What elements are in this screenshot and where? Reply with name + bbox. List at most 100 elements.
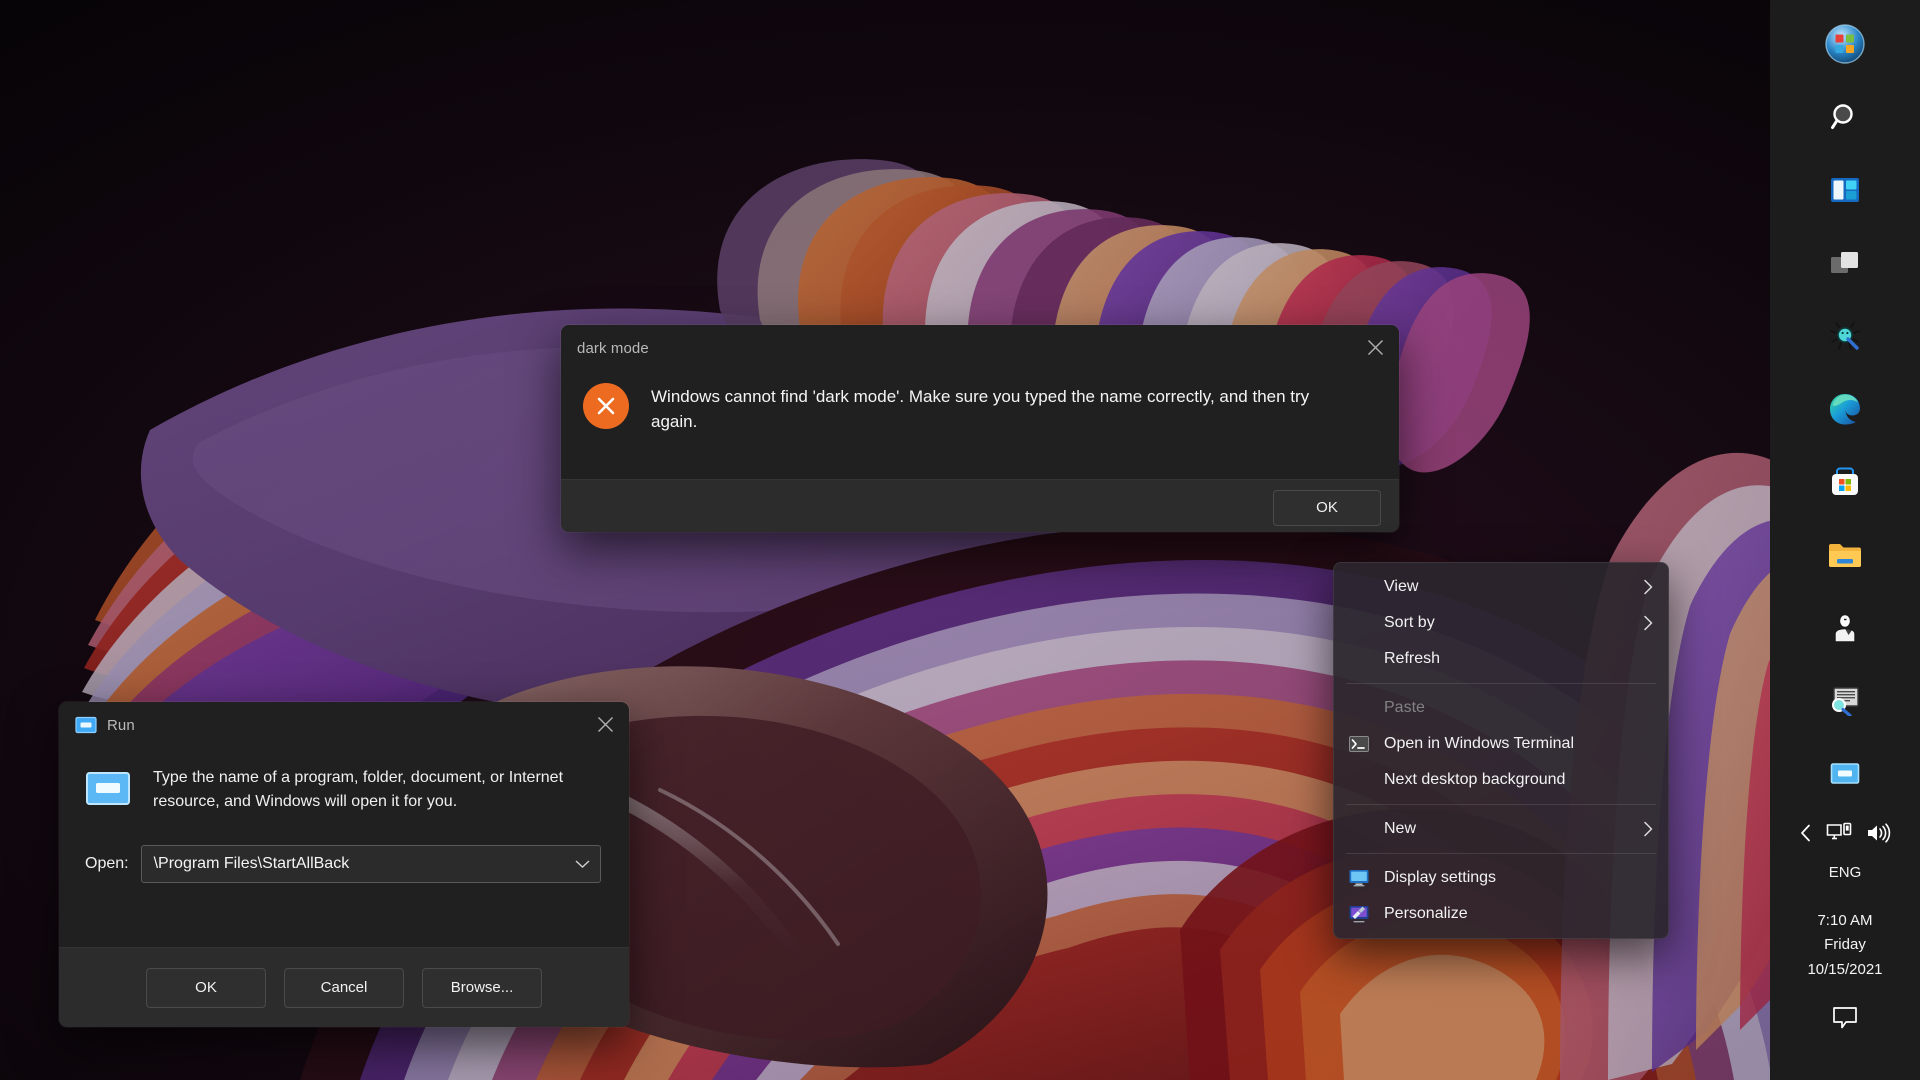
error-ok-button[interactable]: OK — [1273, 490, 1381, 526]
run-large-glyph — [86, 772, 130, 805]
monitor-search-icon — [1832, 687, 1859, 716]
network-glyph — [1826, 822, 1852, 840]
context-menu-item-label: Display settings — [1384, 869, 1497, 886]
edge-icon — [1830, 394, 1860, 425]
open-label: Open: — [85, 854, 129, 872]
run-ok-button[interactable]: OK — [146, 967, 266, 1008]
file-explorer[interactable] — [1815, 525, 1875, 585]
chevron-down-glyph — [575, 860, 590, 868]
run-dialog[interactable]: Run Type the name of a program, folder, … — [59, 702, 629, 1027]
taskbar-icon-list — [1770, 0, 1920, 817]
context-menu-separator — [1346, 804, 1656, 805]
error-message: Windows cannot find 'dark mode'. Make su… — [651, 387, 1310, 431]
context-menu-item-refresh[interactable]: Refresh — [1334, 641, 1668, 677]
spider-app[interactable] — [1815, 306, 1875, 366]
close-icon[interactable] — [1351, 325, 1399, 369]
error-dialog[interactable]: dark mode Windows cannot find 'dark mode… — [561, 325, 1399, 532]
run-browse-button[interactable]: Browse... — [422, 967, 542, 1008]
clock-day: Friday — [1824, 936, 1866, 954]
desktop-context-menu[interactable]: View Sort by Refresh Paste Open in Windows T… — [1333, 562, 1669, 939]
close-glyph — [1367, 339, 1383, 355]
chevron-right-icon — [1643, 615, 1654, 631]
clock-time: 7:10 AM — [1817, 912, 1873, 929]
display-icon — [1348, 869, 1370, 887]
run-cancel-button[interactable]: Cancel — [284, 967, 404, 1008]
start-button[interactable] — [1815, 14, 1875, 74]
search-button[interactable] — [1815, 87, 1875, 147]
edge-browser[interactable] — [1815, 379, 1875, 439]
chevron-right-glyph — [1644, 615, 1653, 631]
error-x-glyph — [597, 397, 615, 415]
chevron-right-icon — [1643, 579, 1654, 595]
context-menu-item-label: Paste — [1384, 699, 1425, 716]
context-menu-item-new[interactable]: New — [1334, 811, 1668, 847]
context-menu-item-open-in-windows-terminal[interactable]: Open in Windows Terminal — [1334, 726, 1668, 762]
terminal-glyph — [1349, 736, 1369, 752]
clock-date: 10/15/2021 — [1807, 960, 1883, 978]
widgets-button[interactable] — [1815, 160, 1875, 220]
context-menu-item-label: New — [1384, 820, 1417, 837]
microsoft-store[interactable] — [1815, 452, 1875, 512]
error-x-icon — [583, 383, 629, 429]
run-app-glyph — [75, 716, 97, 734]
task-view-button[interactable] — [1815, 233, 1875, 293]
language-indicator[interactable]: ENG — [1829, 864, 1862, 881]
context-menu-item-sort-by[interactable]: Sort by — [1334, 605, 1668, 641]
error-dialog-footer: OK — [561, 479, 1399, 532]
person-icon — [1834, 613, 1856, 643]
run-large-icon — [85, 770, 131, 813]
widgets-icon — [1831, 178, 1859, 202]
clock-widget[interactable]: 7:10 AM Friday 10/15/2021 — [1807, 909, 1882, 982]
error-dialog-titlebar[interactable]: dark mode — [561, 325, 1399, 371]
system-tray[interactable]: ENG 7:10 AM Friday 10/15/2021 — [1770, 808, 1920, 1080]
context-menu-separator — [1346, 853, 1656, 854]
run-open-combobox[interactable]: \Program Files\StartAllBack — [140, 844, 601, 883]
run-dialog-titlebar[interactable]: Run — [59, 702, 629, 748]
context-menu-item-label: Sort by — [1384, 614, 1435, 631]
user-app[interactable] — [1815, 598, 1875, 658]
error-dialog-title: dark mode — [577, 339, 649, 357]
context-menu-item-view[interactable]: View — [1334, 569, 1668, 605]
run-app-icon — [1830, 763, 1860, 784]
run-open-input[interactable]: \Program Files\StartAllBack — [154, 855, 575, 873]
run-dialog-title: Run — [107, 716, 135, 734]
terminal-icon — [1348, 736, 1370, 752]
personalize-icon — [1348, 905, 1370, 923]
context-menu-item-label: Next desktop background — [1384, 771, 1566, 788]
chevron-left-icon[interactable] — [1799, 824, 1812, 842]
personalize-glyph — [1349, 906, 1369, 923]
close-icon[interactable] — [581, 702, 629, 746]
volume-glyph — [1868, 823, 1891, 843]
run-app-icon — [75, 716, 97, 734]
run-taskbar-item[interactable] — [1815, 744, 1875, 804]
chevron-down-icon[interactable] — [575, 859, 590, 869]
context-menu-item-label: Personalize — [1384, 905, 1468, 922]
windows-orb-icon — [1825, 24, 1865, 64]
context-menu-item-label: Open in Windows Terminal — [1384, 735, 1575, 752]
legacy-search-app[interactable] — [1815, 671, 1875, 731]
chevron-left-glyph — [1801, 824, 1810, 842]
context-menu-item-label: Refresh — [1384, 650, 1441, 667]
chevron-right-icon — [1643, 821, 1654, 837]
context-menu-item-display-settings[interactable]: Display settings — [1334, 860, 1668, 896]
tray-icon-row — [1799, 822, 1891, 844]
context-menu-item-paste: Paste — [1334, 690, 1668, 726]
context-menu-item-next-desktop-background[interactable]: Next desktop background — [1334, 762, 1668, 798]
run-dialog-footer: OK Cancel Browse... — [59, 947, 629, 1027]
context-menu-item-personalize[interactable]: Personalize — [1334, 896, 1668, 932]
network-icon[interactable] — [1826, 822, 1852, 844]
chat-glyph — [1833, 1007, 1857, 1029]
run-dialog-body: Type the name of a program, folder, docu… — [59, 748, 629, 883]
spider-icon — [1830, 322, 1860, 350]
context-menu-separator — [1346, 683, 1656, 684]
chevron-right-glyph — [1644, 821, 1653, 837]
folder-icon — [1829, 544, 1861, 567]
task-view-icon — [1831, 252, 1858, 273]
search-icon — [1831, 104, 1853, 129]
context-menu-item-label: View — [1384, 578, 1419, 595]
display-glyph — [1349, 870, 1369, 887]
error-dialog-body: Windows cannot find 'dark mode'. Make su… — [561, 371, 1399, 479]
store-icon — [1832, 467, 1858, 495]
volume-icon[interactable] — [1866, 823, 1891, 843]
chat-icon[interactable] — [1832, 1006, 1858, 1030]
